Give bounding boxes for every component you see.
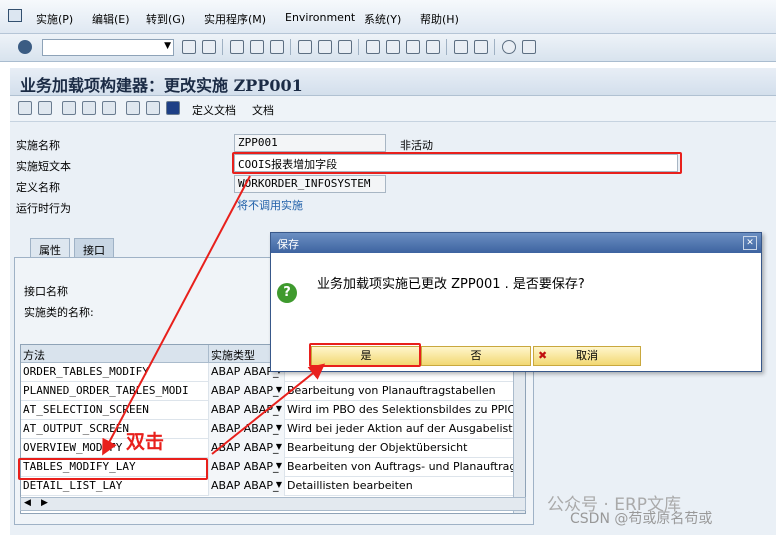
watermark-csdn: CSDN @苟或原名苟或 [570, 511, 713, 527]
arrow-to-yes [211, 363, 326, 455]
annotation-arrows [102, 175, 326, 456]
arrow-to-method [102, 175, 251, 456]
